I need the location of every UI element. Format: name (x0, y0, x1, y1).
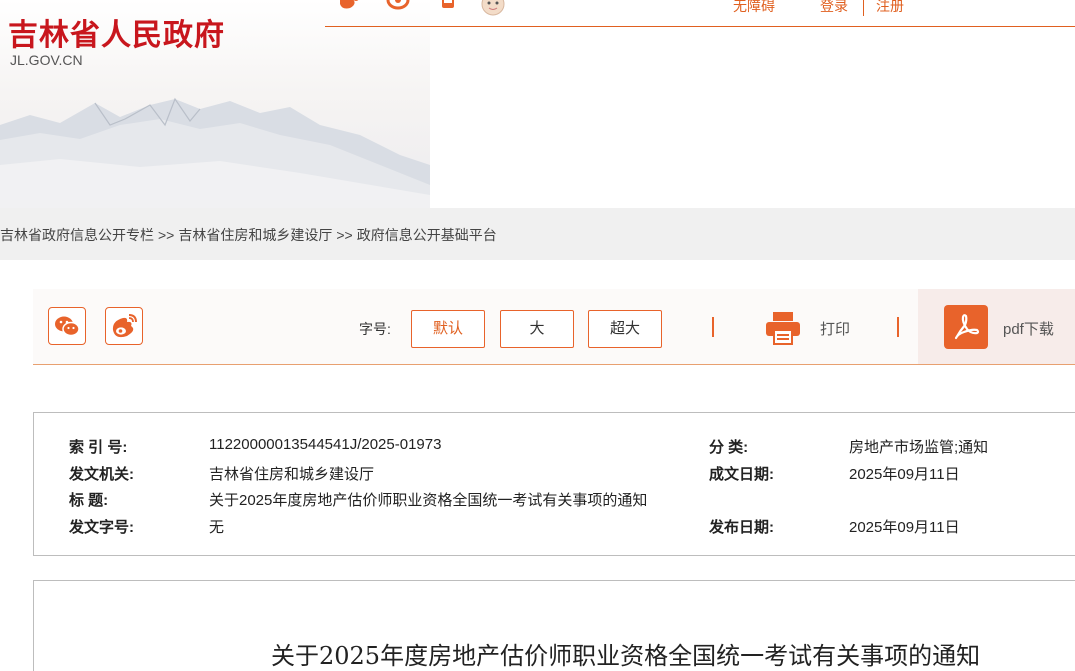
document-number-value: 无 (209, 519, 225, 536)
share-wechat-button[interactable] (48, 307, 86, 345)
accessibility-link[interactable]: 无障碍 (733, 0, 775, 16)
register-link[interactable]: 注册 (876, 0, 904, 16)
index-number-label: 索 引 号: (69, 439, 128, 456)
issuer-value: 吉林省住房和城乡建设厅 (209, 466, 375, 483)
document-metadata: 索 引 号: 11220000013544541J/2025-01973 分 类… (33, 412, 1075, 556)
category-label: 分 类: (709, 439, 749, 456)
wechat-icon[interactable] (386, 0, 410, 12)
title-label: 标 题: (69, 492, 109, 509)
font-size-label: 字号: (359, 321, 391, 337)
published-date-label: 发布日期: (709, 519, 774, 536)
article-title: 关于2025年度房地产估价师职业资格全国统一考试有关事项的通知 (271, 642, 981, 670)
issuer-label: 发文机关: (69, 466, 134, 483)
toolbar-divider (897, 317, 899, 337)
created-date-value: 2025年09月11日 (849, 466, 960, 483)
document-number-label: 发文字号: (69, 519, 134, 536)
category-value: 房地产市场监管;通知 (849, 439, 989, 456)
login-link[interactable]: 登录 (820, 0, 848, 16)
created-date-label: 成文日期: (709, 466, 774, 483)
weibo-icon (112, 314, 137, 338)
divider (863, 0, 864, 16)
breadcrumb-separator: >> (158, 227, 175, 243)
article-toolbar: 字号: 默认 大 超大 打印 pdf下载 (33, 289, 1075, 365)
breadcrumb-item-gov-info-column[interactable]: 吉林省政府信息公开专栏 (0, 227, 154, 243)
wechat-icon (55, 316, 80, 337)
font-size-xlarge-button[interactable]: 超大 (588, 310, 662, 348)
pdf-download-button[interactable]: pdf下载 (918, 289, 1075, 364)
title-value: 关于2025年度房地产估价师职业资格全国统一考试有关事项的通知 (209, 492, 648, 509)
pdf-icon (944, 305, 988, 349)
share-weibo-button[interactable] (105, 307, 143, 345)
site-domain: JL.GOV.CN (10, 52, 83, 68)
site-header: 吉林省人民政府 JL.GOV.CN 无障碍 登录 注册 (0, 0, 1075, 208)
print-button[interactable]: 打印 (820, 318, 850, 339)
breadcrumb-separator: >> (336, 227, 353, 243)
font-size-large-button[interactable]: 大 (500, 310, 574, 348)
published-date-value: 2025年09月11日 (849, 519, 960, 536)
article-content: 关于2025年度房地产估价师职业资格全国统一考试有关事项的通知 (33, 580, 1075, 671)
header-rule (325, 26, 1075, 27)
mountain-illustration (0, 97, 430, 208)
toolbar-divider (712, 317, 714, 337)
breadcrumb: 吉林省政府信息公开专栏 >> 吉林省住房和城乡建设厅 >> 政府信息公开基础平台 (0, 208, 1075, 260)
font-size-default-button[interactable]: 默认 (411, 310, 485, 348)
avatar-icon[interactable] (480, 0, 506, 16)
weibo-icon[interactable] (338, 0, 362, 12)
site-title[interactable]: 吉林省人民政府 (8, 10, 225, 54)
print-icon[interactable] (764, 310, 802, 346)
mobile-icon[interactable] (440, 0, 456, 12)
breadcrumb-item-housing-department[interactable]: 吉林省住房和城乡建设厅 (178, 227, 332, 243)
breadcrumb-item-info-platform[interactable]: 政府信息公开基础平台 (357, 227, 497, 243)
index-number-value: 11220000013544541J/2025-01973 (209, 436, 442, 453)
pdf-download-label: pdf下载 (1003, 321, 1054, 338)
